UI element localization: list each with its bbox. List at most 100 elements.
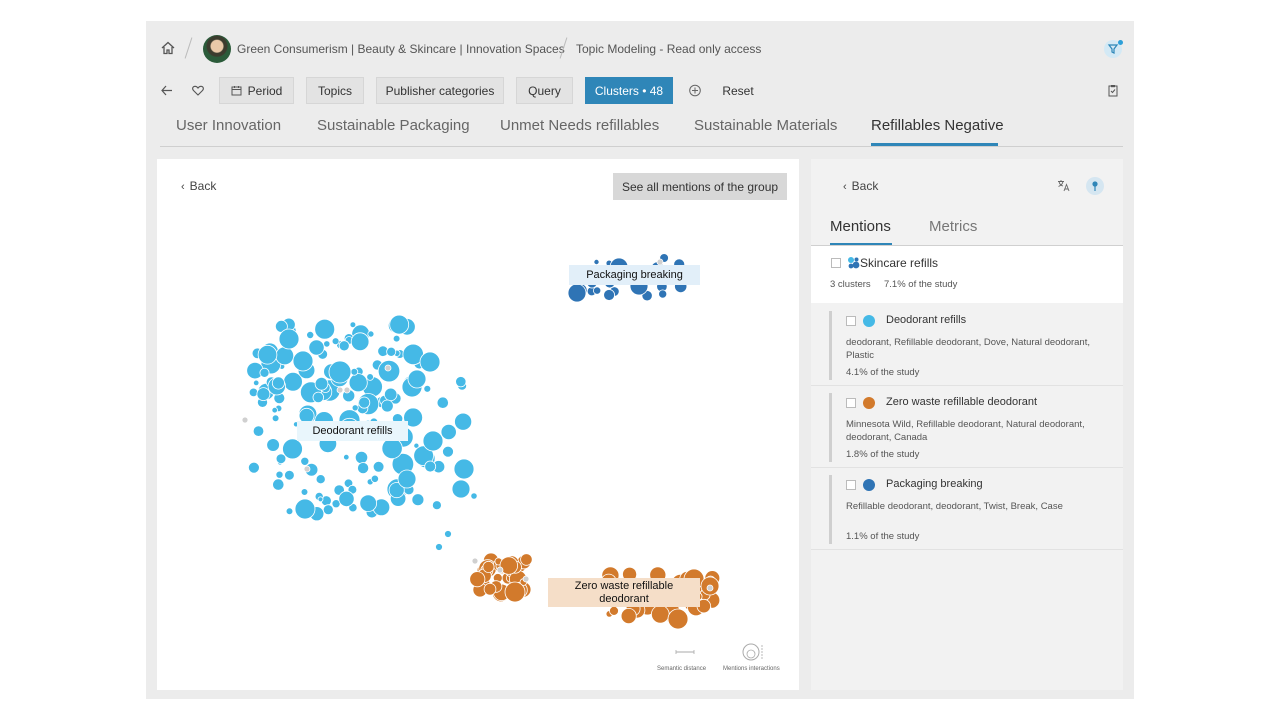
mention-bubble-deodorant[interactable] bbox=[312, 391, 325, 404]
mention-bubble-zero-waste[interactable] bbox=[667, 608, 689, 630]
mention-bubble-deodorant[interactable] bbox=[314, 377, 329, 391]
mention-bubble-deodorant[interactable] bbox=[275, 470, 284, 479]
mention-bubble-deodorant[interactable] bbox=[300, 456, 310, 466]
tab-metrics[interactable]: Metrics bbox=[929, 218, 977, 235]
mention-bubble-unclustered[interactable] bbox=[336, 386, 344, 394]
clipboard-icon[interactable] bbox=[1107, 77, 1119, 104]
mention-bubble-deodorant[interactable] bbox=[315, 474, 326, 485]
mention-bubble-deodorant[interactable] bbox=[419, 351, 441, 373]
mention-bubble-deodorant[interactable] bbox=[424, 460, 437, 473]
arrow-left-icon[interactable] bbox=[160, 77, 174, 104]
pin-icon[interactable] bbox=[1086, 177, 1104, 195]
topics-button[interactable]: Topics bbox=[306, 77, 364, 104]
mention-bubble-deodorant[interactable] bbox=[272, 478, 285, 491]
mention-bubble-deodorant[interactable] bbox=[306, 330, 315, 339]
mention-bubble-deodorant[interactable] bbox=[451, 479, 471, 499]
mention-bubble-deodorant[interactable] bbox=[257, 344, 278, 365]
mention-bubble-packaging[interactable] bbox=[567, 283, 587, 303]
mention-bubble-unclustered[interactable] bbox=[384, 364, 392, 372]
cluster-item-deodorant-refills[interactable]: Deodorant refills deodorant, Refillable … bbox=[811, 305, 1123, 386]
mention-bubble-deodorant[interactable] bbox=[317, 496, 324, 503]
mention-bubble-deodorant[interactable] bbox=[284, 469, 295, 481]
tab-refillables-negative[interactable]: Refillables Negative bbox=[871, 117, 1004, 134]
mention-bubble-deodorant[interactable] bbox=[372, 460, 385, 473]
mention-bubble-deodorant[interactable] bbox=[314, 318, 336, 340]
mention-bubble-unclustered[interactable] bbox=[343, 386, 351, 394]
cluster-item-zero-waste[interactable]: Zero waste refillable deodorant Minnesot… bbox=[811, 387, 1123, 468]
cluster-map[interactable] bbox=[157, 159, 799, 690]
tab-unmet-needs-refillables[interactable]: Unmet Needs refillables bbox=[500, 117, 659, 134]
mention-bubble-deodorant[interactable] bbox=[431, 500, 442, 511]
mention-bubble-deodorant[interactable] bbox=[392, 334, 401, 343]
mention-bubble-deodorant[interactable] bbox=[338, 490, 355, 507]
tab-sustainable-packaging[interactable]: Sustainable Packaging bbox=[317, 117, 470, 134]
side-back-button[interactable]: ‹ Back bbox=[843, 179, 878, 193]
map-back-button[interactable]: ‹ Back bbox=[181, 179, 216, 193]
cluster-label-packaging-breaking[interactable]: Packaging breaking bbox=[569, 265, 700, 285]
mention-bubble-deodorant[interactable] bbox=[285, 507, 294, 516]
mention-bubble-deodorant[interactable] bbox=[435, 543, 443, 551]
query-button[interactable]: Query bbox=[516, 77, 573, 104]
mention-bubble-deodorant[interactable] bbox=[380, 399, 394, 413]
mention-bubble-deodorant[interactable] bbox=[252, 379, 260, 387]
mention-bubble-unclustered[interactable] bbox=[303, 465, 311, 473]
mention-bubble-deodorant[interactable] bbox=[453, 458, 475, 480]
mention-bubble-deodorant[interactable] bbox=[366, 373, 374, 381]
mention-bubble-zero-waste[interactable] bbox=[504, 581, 526, 603]
mention-bubble-zero-waste[interactable] bbox=[609, 605, 619, 616]
mention-bubble-deodorant[interactable] bbox=[294, 498, 316, 520]
mention-bubble-deodorant[interactable] bbox=[343, 454, 350, 461]
mention-bubble-deodorant[interactable] bbox=[455, 376, 467, 388]
cluster-checkbox[interactable] bbox=[846, 316, 856, 326]
mention-bubble-deodorant[interactable] bbox=[383, 387, 398, 402]
add-circle-icon[interactable] bbox=[688, 77, 702, 104]
mention-bubble-deodorant[interactable] bbox=[440, 423, 457, 441]
mention-bubble-unclustered[interactable] bbox=[496, 566, 504, 574]
avatar[interactable] bbox=[203, 35, 231, 63]
mention-bubble-deodorant[interactable] bbox=[454, 412, 473, 431]
mention-bubble-deodorant[interactable] bbox=[357, 462, 370, 475]
mention-bubble-deodorant[interactable] bbox=[252, 425, 265, 437]
mention-bubble-deodorant[interactable] bbox=[358, 396, 371, 409]
mention-bubble-deodorant[interactable] bbox=[282, 438, 303, 460]
mention-bubble-deodorant[interactable] bbox=[271, 406, 278, 414]
mention-bubble-deodorant[interactable] bbox=[442, 445, 454, 458]
mention-bubble-unclustered[interactable] bbox=[522, 575, 530, 583]
mention-bubble-deodorant[interactable] bbox=[436, 396, 449, 409]
clusters-button[interactable]: Clusters • 48 bbox=[585, 77, 673, 104]
mention-bubble-deodorant[interactable] bbox=[331, 337, 340, 346]
mention-bubble-deodorant[interactable] bbox=[271, 376, 285, 390]
mention-bubble-deodorant[interactable] bbox=[259, 367, 270, 378]
mention-bubble-deodorant[interactable] bbox=[350, 332, 370, 352]
mention-bubble-zero-waste[interactable] bbox=[620, 607, 637, 624]
mention-bubble-zero-waste[interactable] bbox=[520, 553, 533, 566]
mention-bubble-zero-waste[interactable] bbox=[650, 604, 670, 624]
mention-bubble-deodorant[interactable] bbox=[367, 330, 375, 338]
mention-bubble-deodorant[interactable] bbox=[300, 488, 309, 496]
mention-bubble-deodorant[interactable] bbox=[349, 321, 357, 329]
mention-bubble-unclustered[interactable] bbox=[706, 584, 714, 592]
heart-icon[interactable] bbox=[191, 77, 205, 104]
mention-bubble-packaging[interactable] bbox=[593, 259, 600, 266]
mention-bubble-deodorant[interactable] bbox=[354, 450, 369, 465]
reset-button[interactable]: Reset bbox=[718, 77, 758, 104]
mention-bubble-deodorant[interactable] bbox=[351, 404, 359, 412]
mention-bubble-deodorant[interactable] bbox=[444, 530, 452, 538]
mention-bubble-deodorant[interactable] bbox=[256, 387, 271, 402]
mention-bubble-deodorant[interactable] bbox=[389, 314, 410, 335]
tab-mentions[interactable]: Mentions bbox=[830, 218, 891, 235]
mention-bubble-deodorant[interactable] bbox=[266, 438, 280, 452]
mention-bubble-deodorant[interactable] bbox=[328, 360, 352, 384]
mention-bubble-unclustered[interactable] bbox=[241, 416, 249, 424]
tab-user-innovation[interactable]: User Innovation bbox=[176, 117, 281, 134]
mention-bubble-deodorant[interactable] bbox=[359, 494, 378, 513]
mention-bubble-deodorant[interactable] bbox=[386, 346, 397, 357]
mention-bubble-deodorant[interactable] bbox=[397, 469, 417, 489]
mention-bubble-deodorant[interactable] bbox=[308, 339, 325, 356]
publisher-categories-button[interactable]: Publisher categories bbox=[376, 77, 504, 104]
mention-bubble-deodorant[interactable] bbox=[275, 453, 287, 465]
mention-bubble-deodorant[interactable] bbox=[322, 504, 334, 516]
mention-bubble-deodorant[interactable] bbox=[407, 369, 427, 389]
mention-bubble-unclustered[interactable] bbox=[471, 557, 479, 565]
tab-sustainable-materials[interactable]: Sustainable Materials bbox=[694, 117, 837, 134]
